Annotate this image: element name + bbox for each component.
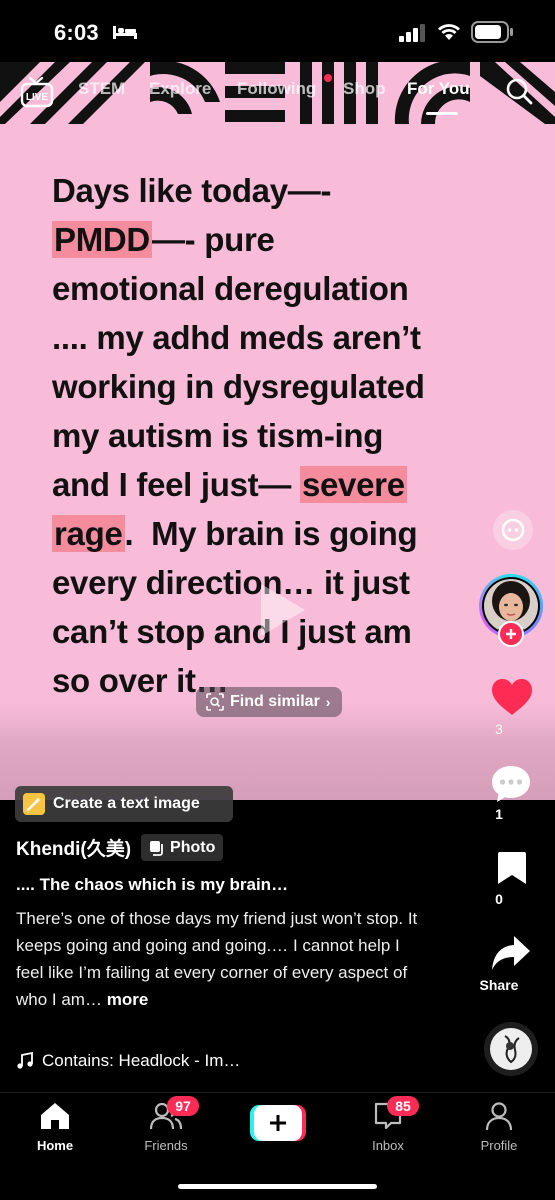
profile-icon [485, 1102, 513, 1131]
sound-disc[interactable] [484, 1022, 538, 1076]
author-name[interactable]: Khendi(久美) [16, 834, 131, 861]
post-line: working in dysregulated [52, 368, 425, 405]
like-count: 3 [495, 721, 503, 737]
status-bar: 6:03 [0, 0, 555, 62]
play-icon [261, 584, 305, 636]
highlighted-word: PMDD [52, 221, 152, 258]
tab-for-you[interactable]: For You [407, 79, 470, 99]
create-text-image-button[interactable]: Create a text image [15, 786, 233, 822]
tab-profile[interactable]: Profile [454, 1101, 544, 1153]
plus-icon [270, 1115, 286, 1131]
music-note-icon [17, 1052, 33, 1069]
post-line: emotional deregulation [52, 270, 409, 307]
post-line: rage. My brain is going [52, 515, 418, 552]
create-text-image-label: Create a text image [53, 795, 200, 812]
post-image[interactable]: Days like today—- PMDD—- pure emotional … [0, 62, 555, 800]
ai-chat-button[interactable] [493, 510, 533, 550]
battery-icon [471, 21, 513, 43]
post-line: PMDD—- pure [52, 221, 275, 258]
photo-badge: Photo [141, 834, 224, 861]
cell-signal-icon [399, 24, 425, 42]
top-nav: LIVE STEM Explore Following Shop For You [0, 62, 555, 120]
create-button[interactable] [250, 1105, 306, 1141]
music-label: Contains: Headlock - Im… [42, 1051, 241, 1070]
svg-text:LIVE: LIVE [26, 92, 49, 103]
save-count: 0 [495, 891, 503, 907]
bookmark-icon[interactable] [497, 851, 527, 885]
comment-count: 1 [495, 806, 503, 822]
tab-following[interactable]: Following [237, 79, 316, 99]
post-line: .... my adhd meds aren’t [52, 319, 421, 356]
tab-explore[interactable]: Explore [149, 79, 211, 99]
post-line: my autism is tism-ing [52, 417, 384, 454]
status-time: 6:03 [54, 20, 99, 45]
author-row: Khendi(久美) Photo [16, 834, 224, 861]
active-tab-indicator [426, 112, 458, 115]
live-icon[interactable]: LIVE [20, 74, 54, 108]
tab-profile-label: Profile [480, 1138, 518, 1153]
bed-icon [113, 26, 137, 39]
follow-button[interactable] [498, 621, 524, 647]
album-art-icon [490, 1028, 532, 1070]
photo-stack-icon [150, 840, 163, 856]
highlighted-word: rage [52, 515, 125, 552]
chat-bubble-icon [501, 518, 525, 542]
wifi-icon [438, 24, 460, 40]
magic-wand-icon [23, 793, 45, 815]
action-rail: 3 1 0 Share [475, 0, 555, 1100]
photo-badge-label: Photo [170, 838, 216, 856]
tab-friends-label: Friends [144, 1138, 188, 1153]
caption-body[interactable]: There’s one of those days my friend just… [16, 905, 426, 1013]
tab-shop[interactable]: Shop [343, 79, 386, 99]
tab-home[interactable]: Home [10, 1101, 100, 1153]
following-notification-dot [324, 74, 332, 82]
home-icon [41, 1103, 69, 1129]
share-icon[interactable] [491, 934, 531, 972]
caption-title: .... The chaos which is my brain… [16, 875, 289, 894]
post-line: and I feel just— severe [52, 466, 407, 503]
plus-icon [506, 629, 516, 639]
inbox-badge: 85 [387, 1096, 419, 1116]
home-indicator [178, 1184, 377, 1189]
share-label: Share [479, 977, 519, 993]
more-link[interactable]: more [107, 990, 149, 1009]
caption-text: There’s one of those days my friend just… [16, 909, 418, 1009]
music-row[interactable]: Contains: Headlock - Im… [16, 1051, 240, 1071]
tab-inbox-label: Inbox [372, 1138, 404, 1153]
tab-home-label: Home [36, 1138, 74, 1153]
comment-icon[interactable] [490, 764, 532, 804]
post-line: Days like today—- [52, 172, 332, 209]
friends-badge: 97 [167, 1096, 199, 1116]
heart-icon[interactable] [491, 678, 533, 716]
highlighted-word: severe [299, 466, 407, 503]
tab-stem[interactable]: STEM [78, 79, 125, 99]
